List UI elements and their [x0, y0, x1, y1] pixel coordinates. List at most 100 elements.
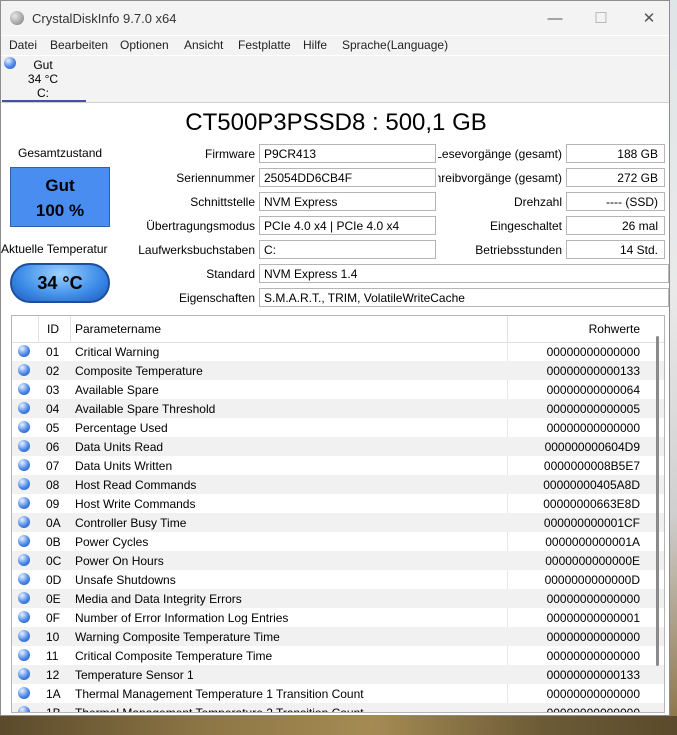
host-reads-field: 188 GB — [566, 144, 665, 163]
attribute-name: Controller Busy Time — [75, 516, 187, 530]
maximize-button[interactable]: ☐ — [578, 1, 624, 35]
table-row[interactable]: 04 Available Spare Threshold 0000000000000… — [12, 399, 664, 418]
attribute-raw-value: 0000000008B5E7 — [543, 459, 640, 473]
standard-label: Standard — [206, 267, 255, 281]
table-row[interactable]: 12 Temperature Sensor 1 00000000000133 — [12, 665, 664, 684]
attribute-raw-value: 00000000000133 — [546, 364, 640, 378]
table-row[interactable]: 0D Unsafe Shutdowns 0000000000000D — [12, 570, 664, 589]
menu-sprache[interactable]: Sprache(Language) — [342, 38, 448, 52]
attribute-name: Power On Hours — [75, 554, 164, 568]
health-status: Gut — [45, 176, 75, 195]
attribute-raw-value: 00000000000005 — [546, 402, 640, 416]
table-row[interactable]: 05 Percentage Used 00000000000000 — [12, 418, 664, 437]
smart-table-body: 01 Critical Warning 00000000000000 02 Compos… — [12, 342, 664, 713]
drive-tab-letter: C: — [37, 86, 49, 100]
column-divider — [507, 316, 508, 342]
health-status-box[interactable]: Gut 100 % — [10, 167, 110, 227]
table-scrollbar[interactable] — [656, 336, 659, 666]
attribute-id: 07 — [46, 459, 60, 473]
attribute-raw-value: 0000000000000D — [544, 573, 640, 587]
menu-festplatte[interactable]: Festplatte — [238, 38, 291, 52]
table-row[interactable]: 0B Power Cycles 0000000000001A — [12, 532, 664, 551]
attribute-name: Composite Temperature — [75, 364, 203, 378]
attribute-raw-value: 00000000000001 — [546, 611, 640, 625]
table-row[interactable]: 08 Host Read Commands 00000000405A8D — [12, 475, 664, 494]
menu-bearbeiten[interactable]: Bearbeiten — [50, 38, 108, 52]
drive-tab-c[interactable]: Gut 34 °C C: — [1, 56, 86, 102]
attribute-raw-value: 00000000000000 — [546, 630, 640, 644]
attribute-name: Media and Data Integrity Errors — [75, 592, 242, 606]
attribute-id: 08 — [46, 478, 60, 492]
table-row[interactable]: 06 Data Units Read 000000000604D9 — [12, 437, 664, 456]
attribute-raw-value: 0000000000000E — [545, 554, 640, 568]
attribute-raw-value: 00000000000000 — [546, 592, 640, 606]
host-writes-field: 272 GB — [566, 168, 665, 187]
table-row[interactable]: 10 Warning Composite Temperature Time 0000… — [12, 627, 664, 646]
table-row[interactable]: 11 Critical Composite Temperature Time 000… — [12, 646, 664, 665]
health-percent: 100 % — [35, 201, 85, 220]
temperature-value[interactable]: 34 °C — [10, 263, 110, 303]
power-on-hours-field: 14 Std. — [566, 240, 665, 259]
attribute-name: Thermal Management Temperature 2 Transit… — [75, 706, 364, 713]
drive-tab-temp: 34 °C — [27, 72, 59, 86]
table-row[interactable]: 07 Data Units Written 0000000008B5E7 — [12, 456, 664, 475]
app-disk-icon — [10, 11, 24, 25]
attribute-raw-value: 00000000000000 — [546, 687, 640, 701]
firmware-field: P9CR413 — [259, 144, 436, 163]
status-good-icon — [18, 478, 30, 490]
desktop-background-bottom — [0, 716, 677, 735]
table-row[interactable]: 03 Available Spare 00000000000064 — [12, 380, 664, 399]
attribute-id: 0A — [46, 516, 61, 530]
attribute-name: Temperature Sensor 1 — [75, 668, 194, 682]
attribute-id: 02 — [46, 364, 60, 378]
firmware-label: Firmware — [205, 147, 255, 161]
attribute-id: 0B — [46, 535, 61, 549]
rotation-rate-label: Drehzahl — [513, 195, 562, 209]
attribute-id: 05 — [46, 421, 60, 435]
table-row[interactable]: 1A Thermal Management Temperature 1 Trans… — [12, 684, 664, 703]
title-bar[interactable]: CrystalDiskInfo 9.7.0 x64 — ☐ ✕ — [1, 1, 669, 35]
app-window: CrystalDiskInfo 9.7.0 x64 — ☐ ✕ Datei Be… — [0, 0, 670, 716]
interface-field: NVM Express — [259, 192, 436, 211]
table-row[interactable]: 01 Critical Warning 00000000000000 — [12, 342, 664, 361]
status-good-icon — [18, 516, 30, 528]
temperature-label: Aktuelle Temperatur — [1, 242, 108, 256]
attribute-id: 0F — [46, 611, 61, 625]
attribute-id: 1A — [46, 687, 61, 701]
table-row[interactable]: 0C Power On Hours 0000000000000E — [12, 551, 664, 570]
minimize-button[interactable]: — — [532, 1, 578, 35]
status-good-icon — [18, 668, 30, 680]
table-row[interactable]: 02 Composite Temperature 00000000000133 — [12, 361, 664, 380]
attribute-name: Host Read Commands — [75, 478, 197, 492]
serial-field: 25054DD6CB4F — [259, 168, 436, 187]
table-row[interactable]: 1B Thermal Management Temperature 2 Trans… — [12, 703, 664, 713]
menu-datei[interactable]: Datei — [9, 38, 37, 52]
attribute-id: 11 — [46, 649, 59, 663]
column-divider — [38, 316, 39, 342]
attribute-name: Critical Warning — [75, 345, 160, 359]
close-button[interactable]: ✕ — [626, 1, 669, 35]
column-parameter-name[interactable]: Parametername — [75, 322, 161, 336]
column-raw-values[interactable]: Rohwerte — [589, 322, 640, 336]
table-row[interactable]: 0A Controller Busy Time 000000000001CF — [12, 513, 664, 532]
status-good-icon — [18, 687, 30, 699]
menu-ansicht[interactable]: Ansicht — [184, 38, 223, 52]
table-row[interactable]: 0E Media and Data Integrity Errors 0000000… — [12, 589, 664, 608]
attribute-id: 01 — [46, 345, 60, 359]
status-good-icon — [18, 554, 30, 566]
table-row[interactable]: 0F Number of Error Information Log Entrie… — [12, 608, 664, 627]
column-id[interactable]: ID — [47, 322, 59, 336]
smart-table[interactable]: ID Parametername Rohwerte 01 Critical War… — [11, 315, 665, 713]
drive-letters-label: Laufwerksbuchstaben — [138, 243, 255, 257]
menu-bar: Datei Bearbeiten Optionen Ansicht Festpl… — [1, 36, 669, 55]
features-field: S.M.A.R.T., TRIM, VolatileWriteCache — [259, 288, 669, 307]
status-good-icon — [18, 573, 30, 585]
table-row[interactable]: 09 Host Write Commands 00000000663E8D — [12, 494, 664, 513]
attribute-name: Number of Error Information Log Entries — [75, 611, 289, 625]
attribute-id: 10 — [46, 630, 60, 644]
attribute-name: Critical Composite Temperature Time — [75, 649, 273, 663]
attribute-id: 1B — [46, 706, 61, 713]
attribute-id: 12 — [46, 668, 60, 682]
menu-optionen[interactable]: Optionen — [120, 38, 169, 52]
menu-hilfe[interactable]: Hilfe — [303, 38, 327, 52]
